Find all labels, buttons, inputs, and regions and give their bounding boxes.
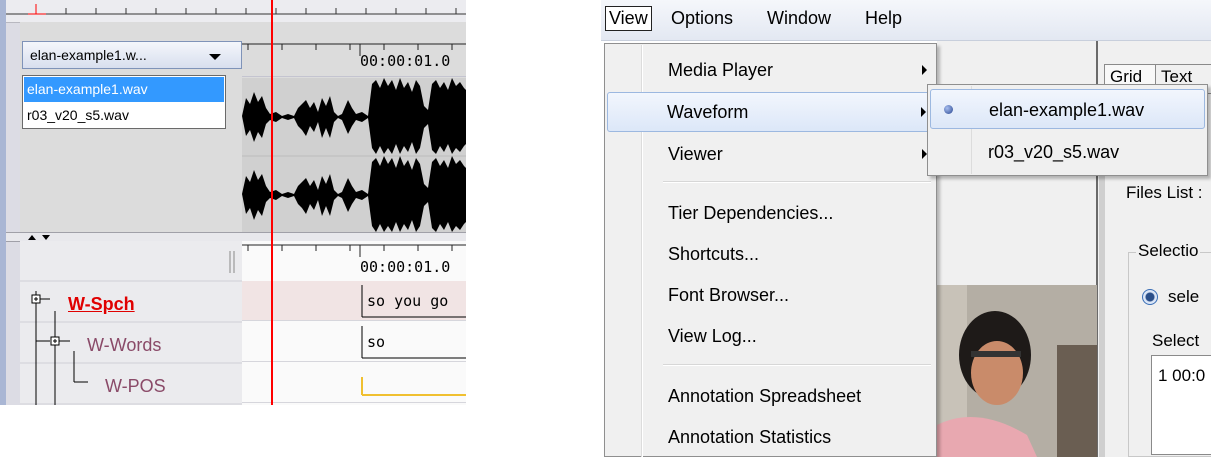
selection-group-title: Selectio xyxy=(1136,241,1201,261)
menu-item-label: Tier Dependencies... xyxy=(668,203,834,223)
menu-help[interactable]: Help xyxy=(865,8,902,29)
radio-label: sele xyxy=(1168,287,1200,306)
menu-view[interactable]: View xyxy=(605,6,652,31)
menu-item-media-player[interactable]: Media Player xyxy=(607,50,934,90)
chevron-right-icon xyxy=(921,107,926,117)
chevron-right-icon xyxy=(922,65,927,75)
menu-item-waveform[interactable]: Waveform xyxy=(607,92,934,132)
menu-item-viewer[interactable]: Viewer xyxy=(607,134,934,174)
radio-selected-icon xyxy=(944,105,953,114)
menu-bar: View Options Window Help xyxy=(601,0,1211,41)
crosshair-line xyxy=(271,0,273,405)
radio-button[interactable] xyxy=(1142,289,1158,305)
tier-label-w-spch[interactable]: W-Spch xyxy=(68,294,135,315)
select-label: Select xyxy=(1150,331,1202,351)
menu-item-view-log[interactable]: View Log... xyxy=(607,316,934,356)
submenu-item-label: r03_v20_s5.wav xyxy=(988,142,1120,162)
menu-item-label: Annotation Spreadsheet xyxy=(668,386,862,406)
menu-item-label: Annotation Statistics xyxy=(668,427,832,447)
chevron-down-icon[interactable] xyxy=(209,54,221,60)
list-entry[interactable]: 1 00:0 xyxy=(1158,366,1205,386)
menu-item-label: Font Browser... xyxy=(668,285,790,305)
menu-item-label: Media Player xyxy=(668,60,774,80)
menu-item-annotation-spreadsheet[interactable]: Annotation Spreadsheet xyxy=(607,376,934,416)
menu-item-shortcuts[interactable]: Shortcuts... xyxy=(607,234,934,274)
elan-timeline-panel: 00:00:01.0 elan-example1.w... elan-examp… xyxy=(0,0,466,405)
menu-window[interactable]: Window xyxy=(767,8,831,29)
top-timeline-ruler[interactable] xyxy=(6,0,466,23)
window-frame xyxy=(0,0,6,405)
annotation-w-words[interactable]: so xyxy=(367,333,385,351)
menu-options[interactable]: Options xyxy=(671,8,733,29)
submenu-item-elan-example1[interactable]: elan-example1.wav xyxy=(930,89,1205,129)
waveform-timecode: 00:00:01.0 xyxy=(360,52,451,70)
menu-item-label: View Log... xyxy=(668,326,757,346)
menu-item-label: Viewer xyxy=(668,144,723,164)
tier-timecode: 00:00:01.0 xyxy=(360,258,451,276)
annotation-w-spch[interactable]: so you go xyxy=(367,292,448,310)
media-file-combobox[interactable]: elan-example1.w... xyxy=(22,41,242,69)
menu-item-font-browser[interactable]: Font Browser... xyxy=(607,275,934,315)
tier-label-w-words[interactable]: W-Words xyxy=(87,335,161,356)
waveform-submenu: elan-example1.wav r03_v20_s5.wav xyxy=(927,84,1208,176)
files-list-label: Files List : xyxy=(1126,183,1203,202)
submenu-item-r03-v20-s5[interactable]: r03_v20_s5.wav xyxy=(930,132,1205,172)
menu-item-label: Shortcuts... xyxy=(668,244,760,264)
view-menu-dropdown: Media Player Waveform Viewer Tier Depend… xyxy=(604,43,937,457)
media-file-dropdown-list: elan-example1.wav r03_v20_s5.wav xyxy=(22,75,226,129)
elan-view-menu-panel: Grid Text Files List : Selectio sele Sel… xyxy=(601,0,1211,457)
menu-item-tier-dependencies[interactable]: Tier Dependencies... xyxy=(607,193,934,233)
video-frame xyxy=(937,285,1097,457)
waveform-graphic xyxy=(242,78,466,232)
menu-item-annotation-statistics[interactable]: Annotation Statistics xyxy=(607,417,934,457)
dropdown-option-r03-v20-s5[interactable]: r03_v20_s5.wav xyxy=(24,103,224,128)
tier-label-w-pos[interactable]: W-POS xyxy=(105,376,166,397)
menu-separator xyxy=(663,364,931,366)
menu-separator xyxy=(663,181,931,183)
combobox-selected-value: elan-example1.w... xyxy=(30,47,147,63)
submenu-item-label: elan-example1.wav xyxy=(989,100,1145,120)
menu-item-label: Waveform xyxy=(667,102,749,122)
dropdown-option-elan-example1[interactable]: elan-example1.wav xyxy=(24,77,224,102)
